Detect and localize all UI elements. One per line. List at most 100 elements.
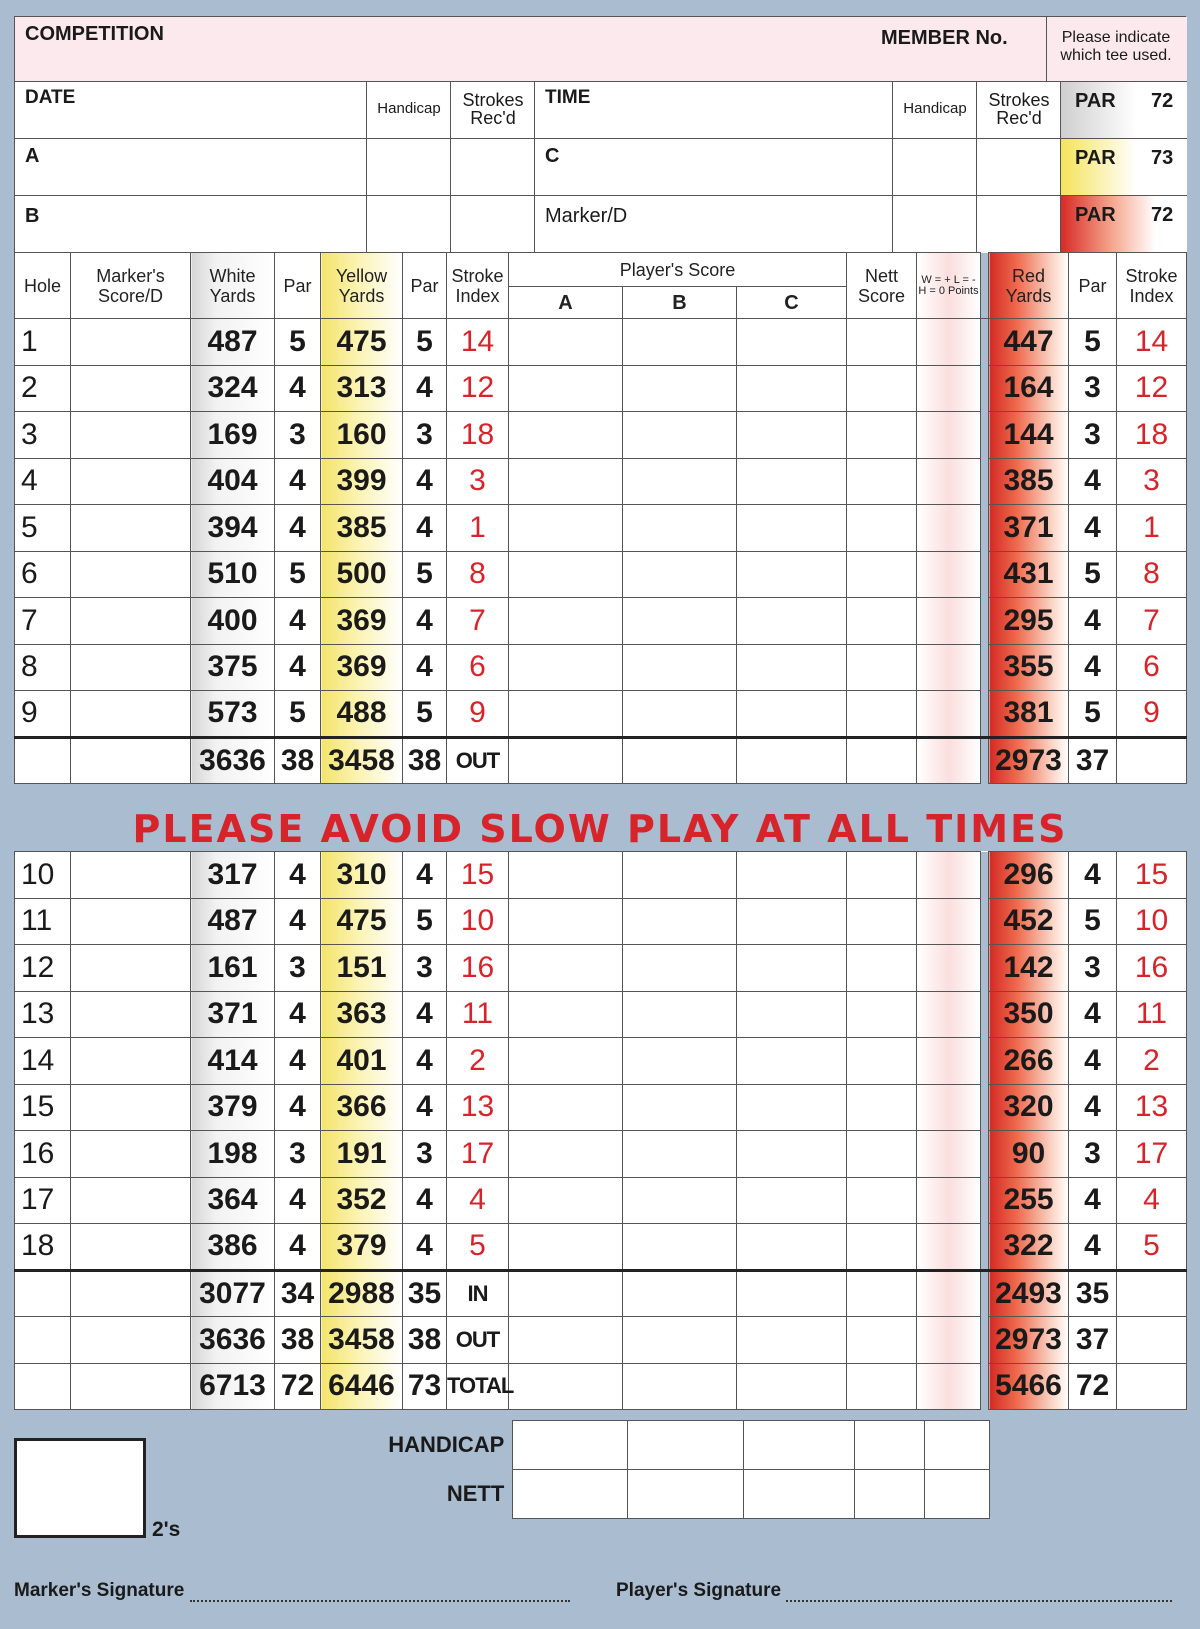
marker-signature-line[interactable]: Marker's Signature (14, 1580, 570, 1602)
player-b-score-cell[interactable] (622, 897, 737, 945)
total-nett[interactable] (846, 1316, 917, 1364)
nett-score-cell[interactable] (846, 318, 917, 366)
nett-c[interactable] (742, 1469, 855, 1519)
player-c-score-cell[interactable] (736, 597, 847, 645)
player-b-score-cell[interactable] (622, 643, 737, 691)
nett-score-cell[interactable] (846, 1223, 917, 1271)
marker-score-cell[interactable] (70, 1223, 191, 1271)
total-c[interactable] (736, 1362, 847, 1410)
handicap-nett[interactable] (853, 1420, 926, 1470)
handicap-a[interactable] (512, 1420, 629, 1470)
nett-points[interactable] (924, 1469, 990, 1519)
marker-d-handicap[interactable] (893, 196, 977, 252)
total-nett[interactable] (846, 1362, 917, 1410)
marker-d-strokes[interactable] (977, 196, 1061, 252)
points-cell[interactable] (916, 504, 981, 552)
marker-score-cell[interactable] (70, 411, 191, 459)
player-b-score-cell[interactable] (622, 1176, 737, 1224)
marker-score-cell[interactable] (70, 690, 191, 738)
player-a-handicap[interactable] (367, 139, 451, 196)
points-cell[interactable] (916, 318, 981, 366)
nett-score-cell[interactable] (846, 1083, 917, 1131)
points-cell[interactable] (916, 364, 981, 412)
points-cell[interactable] (916, 1176, 981, 1224)
marker-score-cell[interactable] (70, 1176, 191, 1224)
player-c-score-cell[interactable] (736, 944, 847, 992)
points-cell[interactable] (916, 643, 981, 691)
player-a-score-cell[interactable] (508, 643, 623, 691)
player-a-score-cell[interactable] (508, 1176, 623, 1224)
points-cell[interactable] (916, 690, 981, 738)
player-b-score-cell[interactable] (622, 1223, 737, 1271)
total-a[interactable] (508, 1316, 623, 1364)
player-c-score-cell[interactable] (736, 318, 847, 366)
player-a-score-cell[interactable] (508, 550, 623, 598)
player-c-score-cell[interactable] (736, 897, 847, 945)
player-c-field[interactable] (535, 139, 893, 196)
player-b-field[interactable] (15, 196, 367, 252)
nett-score-cell[interactable] (846, 944, 917, 992)
total-c[interactable] (736, 735, 847, 784)
player-c-score-cell[interactable] (736, 504, 847, 552)
player-c-score-cell[interactable] (736, 550, 847, 598)
total-nett[interactable] (846, 1268, 917, 1317)
marker-score-cell[interactable] (70, 897, 191, 945)
player-c-strokes[interactable] (977, 139, 1061, 196)
nett-score-cell[interactable] (846, 550, 917, 598)
handicap-c[interactable] (742, 1420, 855, 1470)
player-a-strokes[interactable] (451, 139, 535, 196)
nett-score-cell[interactable] (846, 990, 917, 1038)
player-a-score-cell[interactable] (508, 504, 623, 552)
total-points[interactable] (916, 1316, 981, 1364)
nett-a[interactable] (512, 1469, 629, 1519)
points-cell[interactable] (916, 550, 981, 598)
player-b-score-cell[interactable] (622, 318, 737, 366)
nett-score-cell[interactable] (846, 897, 917, 945)
par-red-cell[interactable]: PAR 72 (1061, 196, 1187, 252)
player-b-score-cell[interactable] (622, 944, 737, 992)
points-cell[interactable] (916, 411, 981, 459)
marker-score-cell[interactable] (70, 457, 191, 505)
player-b-strokes[interactable] (451, 196, 535, 252)
nett-b[interactable] (627, 1469, 744, 1519)
marker-score-cell[interactable] (70, 851, 191, 899)
player-b-score-cell[interactable] (622, 1130, 737, 1178)
player-a-score-cell[interactable] (508, 690, 623, 738)
points-cell[interactable] (916, 1130, 981, 1178)
marker-score-cell[interactable] (70, 1130, 191, 1178)
total-a[interactable] (508, 735, 623, 784)
player-b-score-cell[interactable] (622, 457, 737, 505)
player-a-score-cell[interactable] (508, 411, 623, 459)
nett-score-cell[interactable] (846, 1037, 917, 1085)
player-c-score-cell[interactable] (736, 411, 847, 459)
total-b[interactable] (622, 1316, 737, 1364)
player-c-score-cell[interactable] (736, 690, 847, 738)
player-c-score-cell[interactable] (736, 1037, 847, 1085)
player-c-score-cell[interactable] (736, 1176, 847, 1224)
points-cell[interactable] (916, 990, 981, 1038)
player-a-score-cell[interactable] (508, 1223, 623, 1271)
player-a-score-cell[interactable] (508, 897, 623, 945)
player-c-score-cell[interactable] (736, 851, 847, 899)
player-a-score-cell[interactable] (508, 944, 623, 992)
player-b-score-cell[interactable] (622, 364, 737, 412)
player-a-score-cell[interactable] (508, 457, 623, 505)
total-marker-cell[interactable] (70, 735, 191, 784)
points-cell[interactable] (916, 897, 981, 945)
player-b-score-cell[interactable] (622, 504, 737, 552)
player-b-score-cell[interactable] (622, 990, 737, 1038)
player-a-score-cell[interactable] (508, 597, 623, 645)
player-c-score-cell[interactable] (736, 1130, 847, 1178)
points-cell[interactable] (916, 1037, 981, 1085)
nett-nett[interactable] (853, 1469, 926, 1519)
points-cell[interactable] (916, 457, 981, 505)
total-b[interactable] (622, 1362, 737, 1410)
marker-score-cell[interactable] (70, 990, 191, 1038)
total-points[interactable] (916, 735, 981, 784)
marker-score-cell[interactable] (70, 597, 191, 645)
marker-score-cell[interactable] (70, 1083, 191, 1131)
player-c-score-cell[interactable] (736, 1083, 847, 1131)
player-a-score-cell[interactable] (508, 1083, 623, 1131)
nett-score-cell[interactable] (846, 364, 917, 412)
nett-score-cell[interactable] (846, 1130, 917, 1178)
